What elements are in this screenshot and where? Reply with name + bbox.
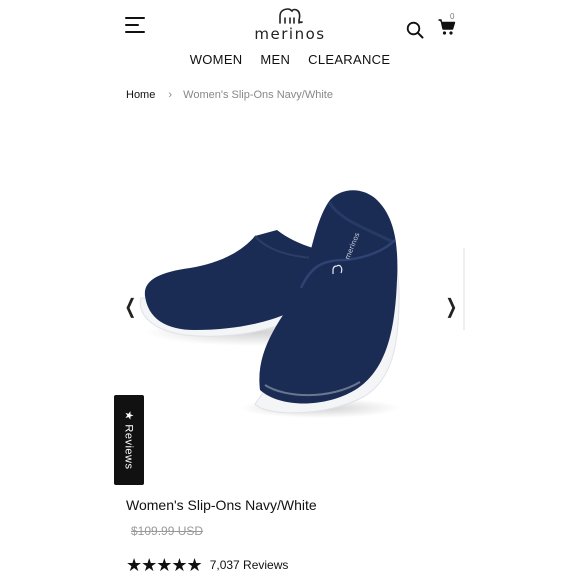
breadcrumb-home-link[interactable]: Home bbox=[126, 89, 155, 101]
site-header: merinos 0 WOMEN MEN CLEARANCE bbox=[0, 0, 580, 76]
gallery-prev-arrow[interactable]: ❮ bbox=[125, 294, 137, 319]
reviews-tab-label: Reviews bbox=[122, 424, 135, 470]
nav-men[interactable]: MEN bbox=[260, 52, 290, 67]
product-image: merinos bbox=[139, 190, 400, 418]
product-image-gallery: merinos ❮ ❯ bbox=[115, 180, 475, 430]
logo-text: merinos bbox=[254, 25, 326, 43]
review-count-link[interactable]: 7,037 Reviews bbox=[210, 558, 289, 572]
star-icon: ★ bbox=[122, 410, 135, 421]
cart-count-badge: 0 bbox=[450, 12, 455, 21]
cart-icon[interactable] bbox=[438, 18, 456, 41]
original-price: $109.99 USD bbox=[131, 524, 204, 538]
elephant-logo-icon bbox=[279, 8, 303, 24]
search-icon[interactable] bbox=[406, 21, 424, 44]
product-rating[interactable]: ★★★★★ 7,037 Reviews bbox=[126, 556, 288, 574]
breadcrumb-current: Women's Slip-Ons Navy/White bbox=[183, 89, 333, 101]
product-title: Women's Slip-Ons Navy/White bbox=[126, 497, 317, 513]
hamburger-menu-icon[interactable] bbox=[125, 15, 147, 35]
nav-women[interactable]: WOMEN bbox=[190, 52, 243, 67]
gallery-next-image-edge bbox=[463, 248, 465, 330]
reviews-tab-label-group: ★ Reviews bbox=[123, 410, 136, 469]
rating-stars-icon: ★★★★★ bbox=[126, 555, 203, 575]
breadcrumb-separator: › bbox=[168, 89, 173, 101]
gallery-next-arrow[interactable]: ❯ bbox=[446, 294, 458, 319]
breadcrumb: Home › Women's Slip-Ons Navy/White bbox=[126, 89, 333, 101]
reviews-side-tab[interactable]: ★ Reviews bbox=[114, 395, 144, 485]
nav-clearance[interactable]: CLEARANCE bbox=[308, 52, 390, 67]
main-nav: WOMEN MEN CLEARANCE bbox=[0, 52, 580, 67]
merinos-logo[interactable]: merinos bbox=[250, 7, 330, 42]
